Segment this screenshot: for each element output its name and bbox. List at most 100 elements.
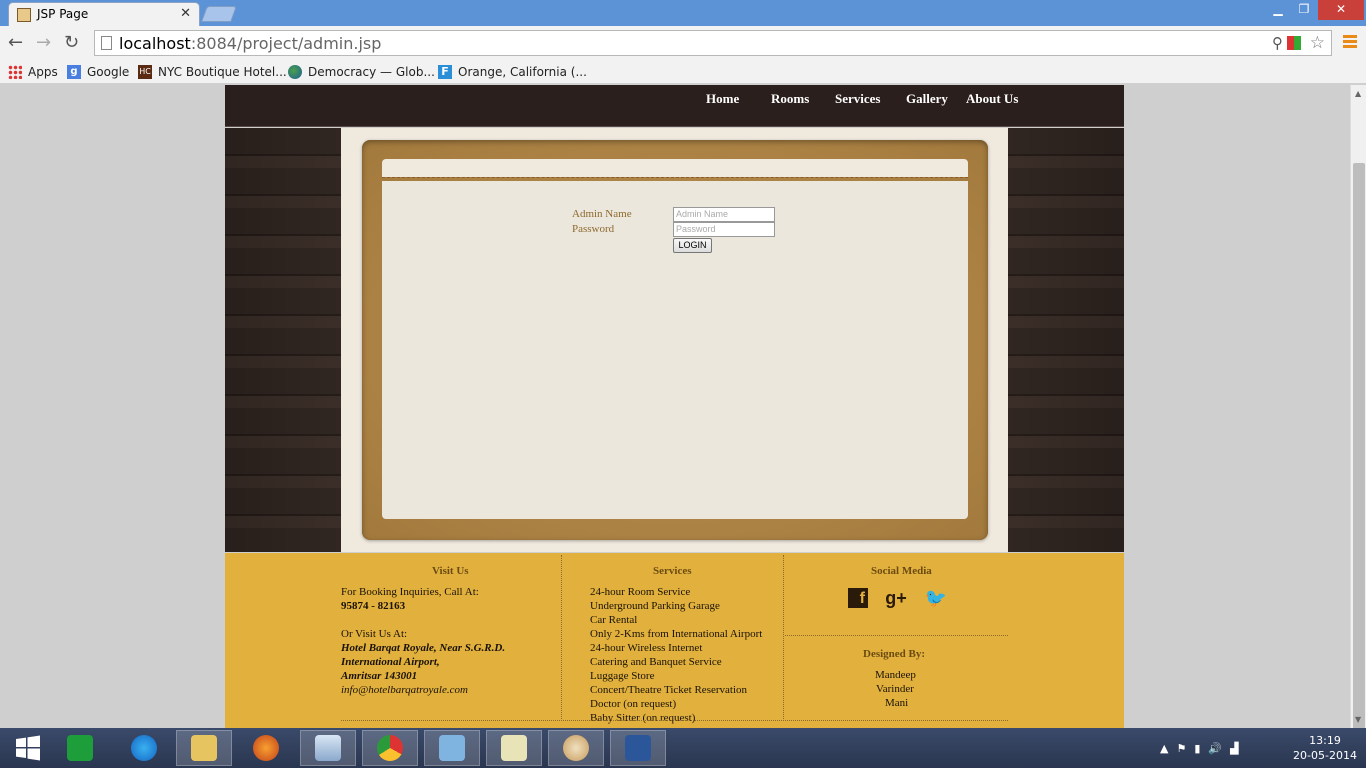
vertical-scrollbar[interactable]: ▲ ▼	[1350, 85, 1366, 763]
login-button[interactable]: LOGIN	[673, 238, 712, 253]
designer-name: Varinder	[876, 683, 914, 695]
battery-icon[interactable]: ▮	[1194, 742, 1200, 755]
content-area: Admin Name Password Admin Name Password …	[341, 128, 1008, 552]
login-frame: Admin Name Password Admin Name Password …	[362, 140, 988, 540]
designed-by-heading: Designed By:	[863, 648, 926, 660]
tab-title: JSP Page	[37, 7, 89, 21]
social-media-heading: Social Media	[871, 565, 932, 577]
scroll-down-icon[interactable]: ▼	[1355, 715, 1361, 724]
phone-number: 95874 - 82163	[341, 600, 406, 612]
browser-title-bar: JSP Page ✕ ▁ ❐ ✕	[0, 0, 1366, 26]
paint-app[interactable]	[548, 730, 604, 766]
email-link[interactable]: info@hotelbarqatroyale.com	[341, 683, 468, 697]
divider	[382, 177, 968, 180]
volume-icon[interactable]: 🔊	[1208, 742, 1222, 755]
word-app[interactable]	[610, 730, 666, 766]
virtualbox-app[interactable]	[300, 730, 356, 766]
windows-taskbar: ▲ ⚑ ▮ 🔊 ▟ 13:19 20-05-2014	[0, 728, 1366, 768]
service-item: Concert/Theatre Ticket Reservation	[590, 684, 748, 696]
zoom-icon[interactable]: ⚲	[1272, 34, 1283, 52]
f-logo-icon: F	[438, 65, 452, 79]
chrome-menu-icon[interactable]	[1343, 35, 1357, 49]
remote-desktop-app[interactable]	[424, 730, 480, 766]
nav-home[interactable]: Home	[706, 91, 739, 107]
twitter-icon[interactable]: 🐦	[924, 586, 948, 610]
divider	[783, 555, 784, 721]
flag-icon[interactable]: ⚑	[1176, 742, 1186, 755]
page-viewport: Home Rooms Services Gallery About Us Adm…	[0, 85, 1350, 728]
service-item: Only 2-Kms from International Airport	[590, 628, 763, 640]
hotel-logo-icon: HC	[138, 65, 152, 79]
show-hidden-icons-icon[interactable]: ▲	[1160, 742, 1168, 755]
cube-icon	[315, 735, 341, 761]
address-line-3: Amritsar 143001	[341, 670, 418, 682]
system-tray: ▲ ⚑ ▮ 🔊 ▟	[1160, 740, 1239, 756]
chrome-icon	[377, 735, 403, 761]
visit-us-text: Or Visit Us At:	[341, 628, 408, 640]
admin-name-input[interactable]: Admin Name	[673, 207, 775, 222]
password-input[interactable]: Password	[673, 222, 775, 237]
wood-background: Admin Name Password Admin Name Password …	[225, 128, 1124, 552]
tab-close-icon[interactable]: ✕	[180, 6, 191, 21]
google-icon: g	[67, 65, 81, 79]
url-text: localhost:8084/project/admin.jsp	[119, 34, 382, 53]
browser-tab[interactable]: JSP Page ✕	[8, 2, 200, 26]
scrollbar-thumb[interactable]	[1353, 163, 1365, 763]
notepad-app[interactable]	[486, 730, 542, 766]
store-app[interactable]	[52, 730, 108, 766]
designer-name: Mani	[885, 697, 909, 709]
firefox-app[interactable]	[238, 730, 294, 766]
website: Home Rooms Services Gallery About Us Adm…	[225, 85, 1124, 728]
start-button[interactable]	[0, 730, 56, 766]
admin-name-label: Admin Name	[572, 208, 632, 220]
service-item: Baby Sitter (on request)	[590, 712, 696, 724]
word-icon	[625, 735, 651, 761]
file-explorer-app[interactable]	[176, 730, 232, 766]
new-tab-button[interactable]	[201, 6, 237, 22]
globe-icon	[288, 65, 302, 79]
browser-toolbar: ← → ↻ localhost:8084/project/admin.jsp ⚲…	[0, 26, 1366, 60]
chrome-app[interactable]	[362, 730, 418, 766]
nav-gallery[interactable]: Gallery	[906, 91, 948, 107]
folder-icon	[191, 735, 217, 761]
divider	[561, 555, 562, 721]
bookmark-democracy[interactable]: Democracy — Glob...	[288, 63, 435, 81]
bookmark-google[interactable]: g Google	[67, 63, 129, 81]
service-item: Car Rental	[590, 614, 638, 626]
network-icon[interactable]: ▟	[1230, 742, 1238, 755]
bookmark-orange-california[interactable]: F Orange, California (...	[438, 63, 587, 81]
service-item: Underground Parking Garage	[590, 600, 720, 612]
apps-grid-icon	[8, 65, 22, 79]
address-line-2: International Airport,	[341, 656, 440, 668]
extension-icon[interactable]	[1287, 36, 1301, 50]
facebook-icon[interactable]: f	[848, 588, 868, 608]
nav-services[interactable]: Services	[835, 91, 880, 107]
ie-icon	[131, 735, 157, 761]
designer-name: Mandeep	[875, 669, 916, 681]
bookmark-apps[interactable]: Apps	[8, 63, 58, 81]
clock[interactable]: 13:19 20-05-2014	[1290, 733, 1360, 763]
close-window-button[interactable]: ✕	[1318, 0, 1364, 20]
service-item: 24-hour Wireless Internet	[590, 642, 703, 654]
clock-date: 20-05-2014	[1293, 749, 1357, 762]
forward-arrow-icon[interactable]: →	[36, 32, 51, 53]
site-footer: Visit Us For Booking Inquiries, Call At:…	[225, 553, 1124, 728]
nav-rooms[interactable]: Rooms	[771, 91, 809, 107]
maximize-button[interactable]: ❐	[1290, 0, 1318, 20]
login-panel: Admin Name Password Admin Name Password …	[382, 181, 968, 519]
services-heading: Services	[653, 565, 692, 577]
bookmark-nyc-boutique[interactable]: HC NYC Boutique Hotel...	[138, 63, 287, 81]
reload-icon[interactable]: ↻	[64, 32, 79, 53]
google-plus-icon[interactable]: g+	[884, 586, 908, 610]
nav-about-us[interactable]: About Us	[966, 91, 1018, 107]
booking-text: For Booking Inquiries, Call At:	[341, 586, 479, 598]
firefox-icon	[253, 735, 279, 761]
minimize-button[interactable]: ▁	[1264, 0, 1292, 20]
address-bar[interactable]: localhost:8084/project/admin.jsp ⚲ ☆	[94, 30, 1332, 56]
divider	[785, 635, 1008, 636]
scroll-up-icon[interactable]: ▲	[1355, 89, 1361, 98]
internet-explorer-app[interactable]	[116, 730, 172, 766]
site-header: Home Rooms Services Gallery About Us	[225, 85, 1124, 127]
bookmark-star-icon[interactable]: ☆	[1310, 33, 1325, 53]
back-arrow-icon[interactable]: ←	[8, 32, 23, 53]
